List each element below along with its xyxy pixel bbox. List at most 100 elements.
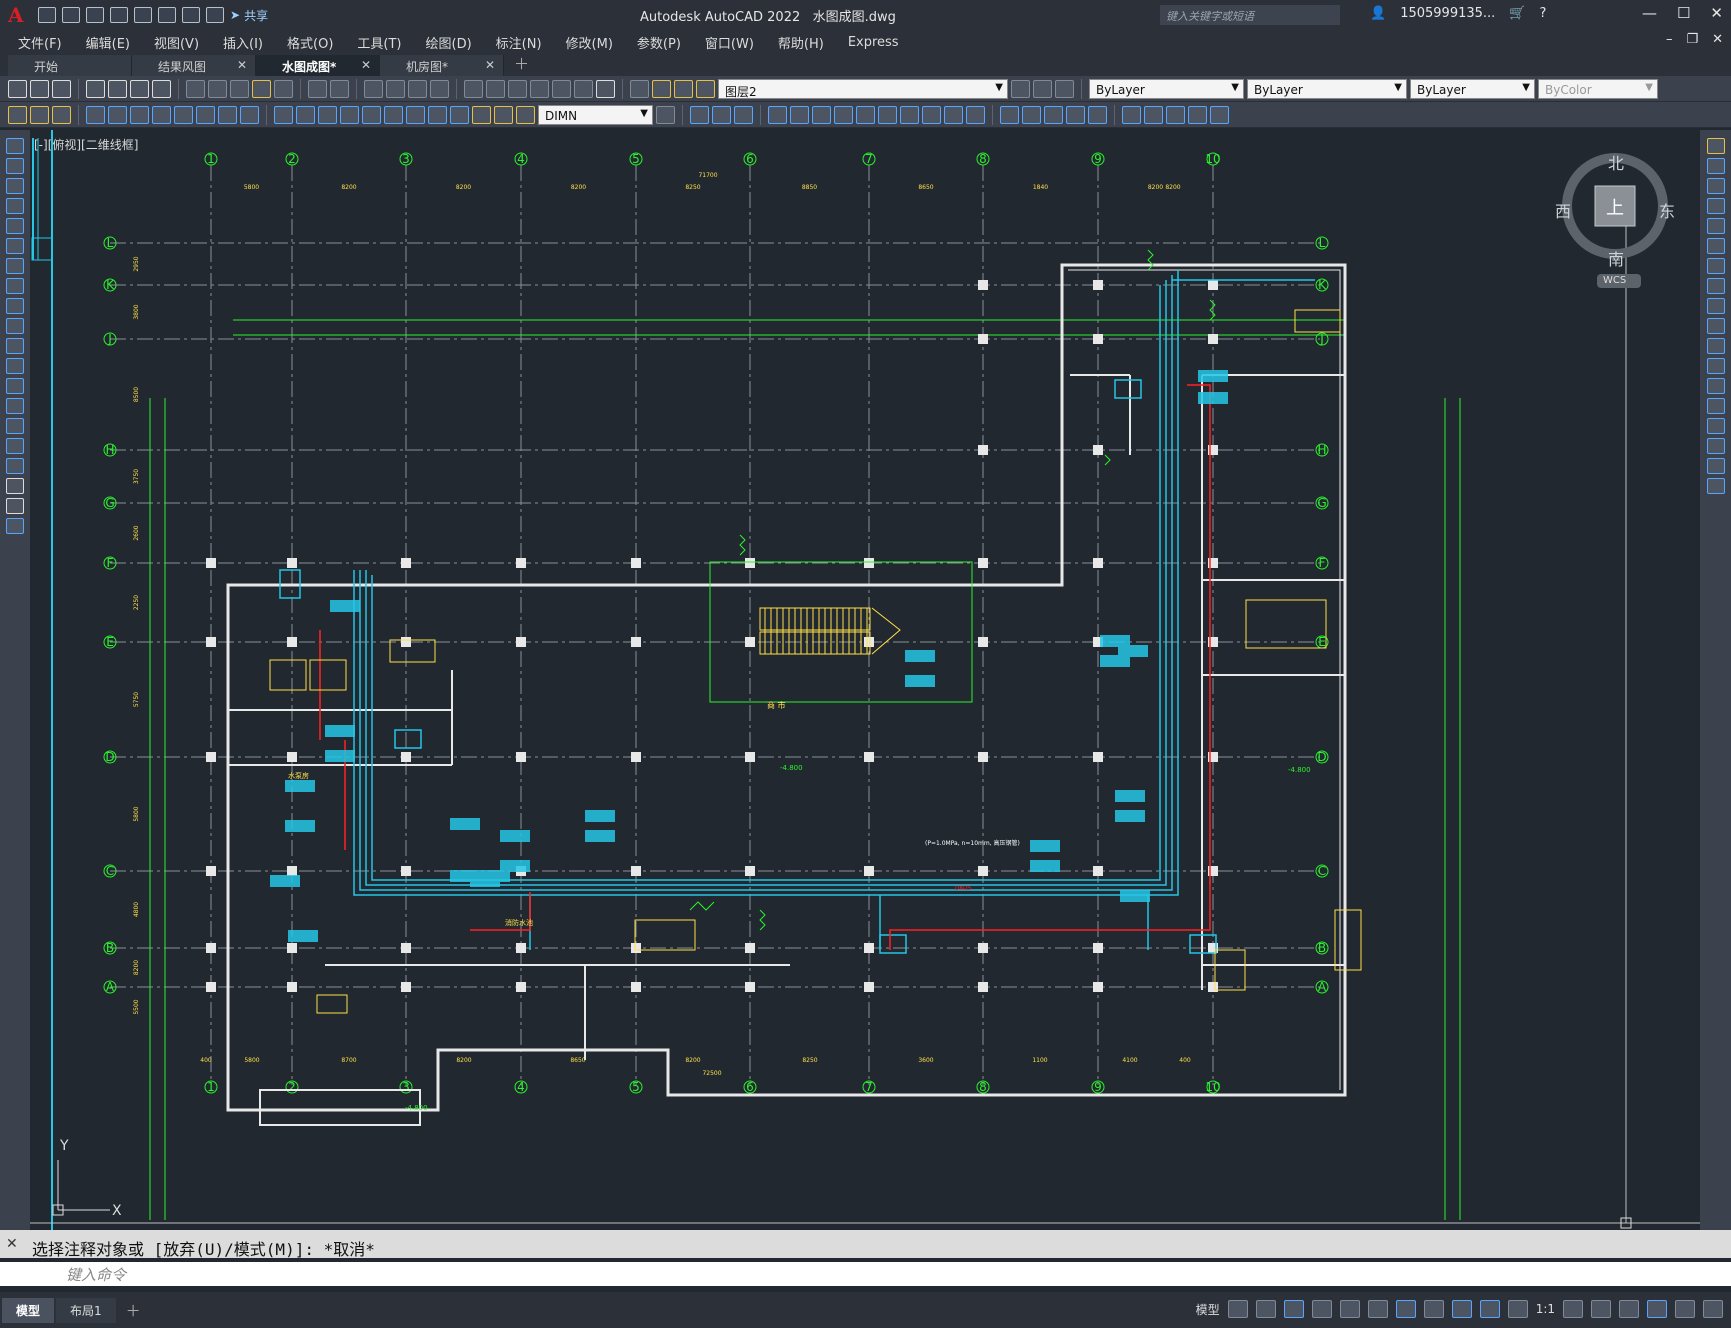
- angular-dim-icon[interactable]: [240, 105, 259, 124]
- hatch-icon[interactable]: [6, 418, 24, 434]
- lineweight-icon[interactable]: [1423, 1300, 1444, 1318]
- design-center-icon[interactable]: [486, 79, 505, 98]
- scale-icon[interactable]: [834, 105, 853, 124]
- dim-text-edit-icon[interactable]: [494, 105, 513, 124]
- fullscreen-icon[interactable]: [1675, 1300, 1695, 1318]
- plot-icon[interactable]: [86, 79, 105, 98]
- viewcube-north[interactable]: 北: [1608, 150, 1624, 174]
- trim-icon[interactable]: [1706, 318, 1725, 334]
- markup-icon[interactable]: [552, 79, 571, 98]
- join-icon[interactable]: [944, 105, 963, 124]
- blend-icon[interactable]: [1706, 458, 1725, 474]
- close-icon[interactable]: ✕: [1710, 4, 1723, 22]
- radius-dim-icon[interactable]: [174, 105, 193, 124]
- polygon-icon[interactable]: [6, 198, 24, 214]
- tab-machine-room[interactable]: 机房图* ✕: [380, 55, 504, 76]
- viewcube-south[interactable]: 南: [1608, 246, 1624, 270]
- array-icon[interactable]: [768, 105, 787, 124]
- extend-icon[interactable]: [1706, 338, 1725, 354]
- mirror-icon[interactable]: [1706, 178, 1725, 194]
- copy-icon[interactable]: [1706, 158, 1725, 174]
- refedit-icon[interactable]: [1188, 105, 1207, 124]
- image-icon[interactable]: [1166, 105, 1185, 124]
- tab-water-drawing[interactable]: 水图成图* ✕: [256, 55, 380, 76]
- rotate-icon[interactable]: [812, 105, 831, 124]
- tab-close-icon[interactable]: ✕: [361, 58, 371, 72]
- menu-dimension[interactable]: 标注(N): [496, 33, 542, 52]
- arc-icon[interactable]: [6, 238, 24, 254]
- snap-icon[interactable]: [1255, 1300, 1276, 1318]
- wipeout-icon[interactable]: [1210, 105, 1229, 124]
- autoscale-icon[interactable]: [1479, 1300, 1500, 1318]
- undo-icon[interactable]: [308, 79, 327, 98]
- menu-format[interactable]: 格式(O): [287, 33, 333, 52]
- new-tab-button[interactable]: ＋: [514, 53, 529, 76]
- make-current-icon[interactable]: [1011, 79, 1030, 98]
- open-web-icon[interactable]: [134, 7, 152, 23]
- layer-lock-icon[interactable]: [696, 79, 715, 98]
- quick-properties-icon[interactable]: [1647, 1300, 1667, 1318]
- menu-window[interactable]: 窗口(W): [705, 33, 754, 52]
- move-icon[interactable]: [1706, 238, 1725, 254]
- help-icon[interactable]: ?: [1539, 6, 1546, 21]
- publish-icon[interactable]: [130, 79, 149, 98]
- tab-layout1[interactable]: 布局1: [56, 1297, 116, 1323]
- menu-parametric[interactable]: 参数(P): [637, 33, 681, 52]
- inspect-icon[interactable]: [428, 105, 447, 124]
- layer-iso-icon[interactable]: [30, 105, 49, 124]
- zoom-realtime-icon[interactable]: [386, 79, 405, 98]
- offset-icon[interactable]: [1706, 198, 1725, 214]
- copy-icon[interactable]: [208, 79, 227, 98]
- mirror-icon[interactable]: [712, 105, 731, 124]
- doc-minimize-icon[interactable]: –: [1666, 32, 1673, 47]
- user-icon[interactable]: 👤: [1370, 6, 1386, 21]
- jogged-linear-icon[interactable]: [450, 105, 469, 124]
- zoom-window-icon[interactable]: [408, 79, 427, 98]
- properties-icon[interactable]: [464, 79, 483, 98]
- baseline-dim-icon[interactable]: [296, 105, 315, 124]
- make-block-icon[interactable]: [6, 378, 24, 394]
- add-layout-button[interactable]: ＋: [126, 1300, 141, 1321]
- cut-icon[interactable]: [186, 79, 205, 98]
- lineweight-dropdown[interactable]: ByLayer ▼: [1410, 78, 1535, 99]
- matchprop-icon[interactable]: [8, 105, 27, 124]
- menu-help[interactable]: 帮助(H): [778, 33, 824, 52]
- line-icon[interactable]: [6, 138, 24, 154]
- break-icon[interactable]: [1706, 378, 1725, 394]
- autocad-logo-icon[interactable]: A: [8, 5, 28, 25]
- annotation-monitor-icon[interactable]: [1591, 1300, 1611, 1318]
- menu-edit[interactable]: 编辑(E): [86, 33, 130, 52]
- menu-express[interactable]: Express: [848, 35, 899, 50]
- table-icon[interactable]: [6, 478, 24, 494]
- stretch-icon[interactable]: [1706, 298, 1725, 314]
- rotate-icon[interactable]: [1706, 258, 1725, 274]
- plot-icon[interactable]: [158, 7, 176, 23]
- linear-dim-icon[interactable]: [86, 105, 105, 124]
- close-icon[interactable]: ✕: [6, 1236, 18, 1252]
- layer-bulb-icon[interactable]: [652, 79, 671, 98]
- model-space-toggle[interactable]: 模型: [1196, 1301, 1220, 1318]
- chamfer-icon[interactable]: [1706, 418, 1725, 434]
- paste-icon[interactable]: [230, 79, 249, 98]
- ellipse-icon[interactable]: [6, 318, 24, 334]
- layer-off-icon[interactable]: [52, 105, 71, 124]
- break-point-icon[interactable]: [1706, 358, 1725, 374]
- undo-icon[interactable]: [182, 7, 200, 23]
- viewcube-east[interactable]: 东: [1659, 198, 1675, 222]
- isodraft-icon[interactable]: [1339, 1300, 1360, 1318]
- help-icon[interactable]: [596, 79, 615, 98]
- stretch-icon[interactable]: [856, 105, 875, 124]
- new-icon[interactable]: [38, 7, 56, 23]
- preview-icon[interactable]: [108, 79, 127, 98]
- drawing-canvas[interactable]: [-][俯视][二维线框] Y X 1 1 2 2 3 3 4 4 5 5 6 …: [30, 130, 1700, 1230]
- center-mark-icon[interactable]: [406, 105, 425, 124]
- scale-icon[interactable]: [1706, 278, 1725, 294]
- minimize-icon[interactable]: —: [1642, 4, 1657, 22]
- add-selected-icon[interactable]: [6, 518, 24, 534]
- save-as-icon[interactable]: [110, 7, 128, 23]
- plotstyle-dropdown[interactable]: ByColor ▼: [1538, 78, 1658, 99]
- redo-icon[interactable]: [330, 79, 349, 98]
- grid-icon[interactable]: [1227, 1300, 1248, 1318]
- tab-result-air[interactable]: 结果风图 ✕: [132, 55, 256, 76]
- erase-icon[interactable]: [1706, 138, 1725, 154]
